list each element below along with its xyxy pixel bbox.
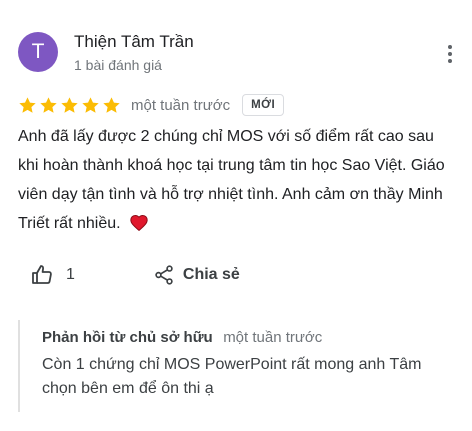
star-icon [61, 96, 78, 113]
star-icon [103, 96, 120, 113]
share-icon [155, 265, 173, 285]
thumb-up-icon [32, 265, 52, 284]
avatar[interactable]: T [18, 32, 58, 72]
red-heart-icon [130, 214, 148, 231]
review-text: Anh đã lấy được 2 chúng chỉ MOS với số đ… [18, 128, 445, 232]
reply-author: Phản hồi từ chủ sở hữu [42, 329, 213, 346]
review-actions: 1 Chia sẻ [30, 260, 240, 290]
reply-text: Còn 1 chứng chỉ MOS PowerPoint rất mong … [42, 356, 422, 397]
share-button[interactable]: Chia sẻ [153, 264, 240, 286]
star-icon [82, 96, 99, 113]
reply-time: một tuần trước [223, 329, 323, 346]
star-icon [19, 96, 36, 113]
share-label: Chia sẻ [182, 266, 240, 283]
rating-row: một tuần trước MỚI [18, 94, 285, 116]
owner-reply: Phản hồi từ chủ sở hữu một tuần trước Cò… [18, 320, 458, 412]
star-rating [18, 96, 121, 115]
reply-header: Phản hồi từ chủ sở hữu một tuần trước [42, 329, 322, 347]
new-badge: MỚI [242, 94, 285, 116]
author-review-count: 1 bài đánh giá [74, 57, 162, 73]
avatar-initial: T [31, 40, 45, 63]
star-icon [40, 96, 57, 113]
like-count: 1 [66, 266, 75, 283]
review-time: một tuần trước [131, 96, 231, 114]
review-body: Anh đã lấy được 2 chúng chỉ MOS với số đ… [18, 122, 458, 238]
author-name[interactable]: Thiện Tâm Trần [74, 32, 194, 52]
review-card: T Thiện Tâm Trần 1 bài đánh giá một tuần… [0, 0, 472, 431]
more-vert-icon[interactable] [440, 40, 460, 68]
like-button[interactable]: 1 [30, 263, 75, 287]
